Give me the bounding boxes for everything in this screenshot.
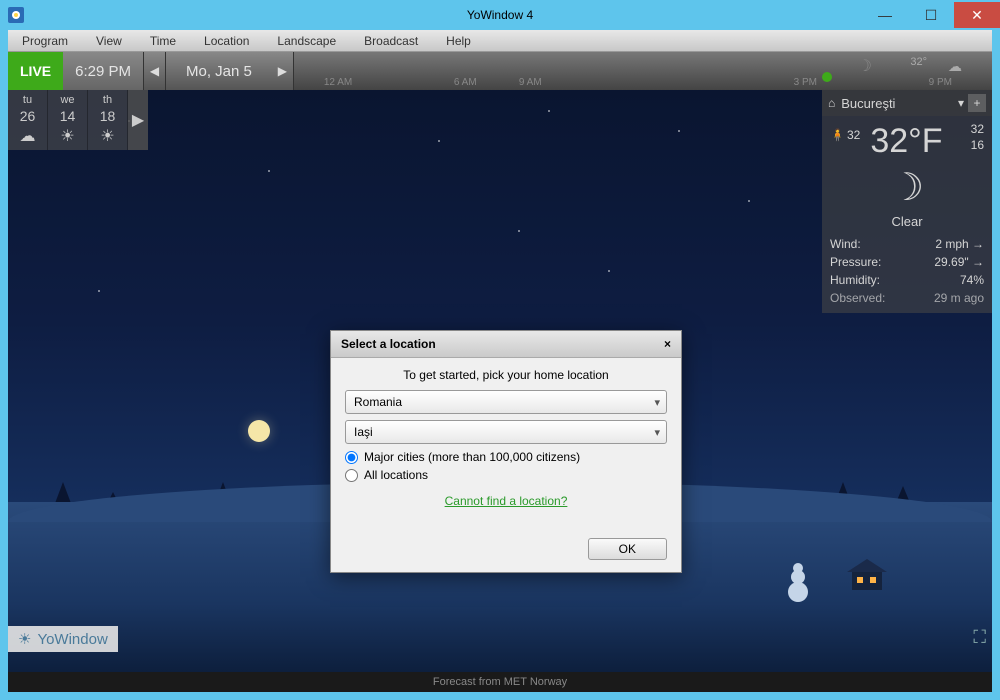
forecast-day-2[interactable]: th 18 ☀ bbox=[88, 90, 128, 150]
cloud-icon: ☁ bbox=[948, 58, 962, 88]
forecast-more-button[interactable]: ▶ bbox=[128, 90, 148, 150]
ok-button[interactable]: OK bbox=[588, 538, 667, 560]
home-icon: ⌂ bbox=[828, 96, 835, 110]
footer-bar: Forecast from MET Norway bbox=[8, 672, 992, 692]
day-temp: 14 bbox=[52, 108, 83, 124]
menu-time[interactable]: Time bbox=[136, 34, 190, 48]
location-name[interactable]: Bucureşti bbox=[841, 96, 958, 111]
person-icon: 🧍 bbox=[830, 128, 845, 142]
live-badge[interactable]: LIVE bbox=[8, 52, 63, 90]
prev-day-button[interactable]: ◀ bbox=[144, 52, 166, 90]
dialog-prompt: To get started, pick your home location bbox=[345, 368, 667, 382]
city-select[interactable]: Iaşi bbox=[345, 420, 667, 444]
close-button[interactable]: ✕ bbox=[954, 2, 1000, 28]
radio-major-input[interactable] bbox=[345, 451, 358, 464]
tick-6am: 6 AM bbox=[454, 77, 477, 88]
radio-all-input[interactable] bbox=[345, 469, 358, 482]
titlebar: YoWindow 4 — ☐ ✕ bbox=[0, 0, 1000, 30]
menu-broadcast[interactable]: Broadcast bbox=[350, 34, 432, 48]
next-day-button[interactable]: ▶ bbox=[272, 52, 294, 90]
forecast-strip: tu 26 ☁ we 14 ☀ th 18 ☀ ▶ bbox=[8, 90, 148, 150]
landscape-scene: tu 26 ☁ we 14 ☀ th 18 ☀ ▶ ⌂ bbox=[8, 90, 992, 672]
wind-label: Wind: bbox=[830, 235, 861, 253]
minimize-button[interactable]: — bbox=[862, 2, 908, 28]
snowman bbox=[784, 562, 812, 607]
menu-help[interactable]: Help bbox=[432, 34, 485, 48]
logo-icon: ☀ bbox=[18, 630, 31, 648]
menu-view[interactable]: View bbox=[82, 34, 136, 48]
sun-icon: ☀ bbox=[92, 126, 123, 146]
menu-landscape[interactable]: Landscape bbox=[263, 34, 350, 48]
country-select[interactable]: Romania bbox=[345, 390, 667, 414]
temperature: 32°F bbox=[870, 122, 942, 161]
tick-9am: 9 AM bbox=[519, 77, 542, 88]
day-label: we bbox=[52, 94, 83, 106]
content-frame: Program View Time Location Landscape Bro… bbox=[8, 30, 992, 692]
add-location-button[interactable]: + bbox=[968, 94, 986, 112]
current-date: Mo, Jan 5 bbox=[166, 52, 272, 90]
window-title: YoWindow 4 bbox=[467, 8, 533, 22]
cloud-icon: ☁ bbox=[12, 126, 43, 146]
day-temp: 18 bbox=[92, 108, 123, 124]
forecast-day-0[interactable]: tu 26 ☁ bbox=[8, 90, 48, 150]
moon bbox=[248, 420, 270, 442]
day-temp: 26 bbox=[12, 108, 43, 124]
radio-all-locations[interactable]: All locations bbox=[345, 468, 667, 482]
footer-text: Forecast from MET Norway bbox=[433, 676, 567, 688]
radio-major-cities[interactable]: Major cities (more than 100,000 citizens… bbox=[345, 450, 667, 464]
observed-value: 29 m ago bbox=[934, 289, 984, 307]
day-label: tu bbox=[12, 94, 43, 106]
logo-text: YoWindow bbox=[37, 631, 107, 648]
dialog-title: Select a location bbox=[341, 337, 436, 351]
select-location-dialog: Select a location × To get started, pick… bbox=[330, 330, 682, 573]
topbar: LIVE 6:29 PM ◀ Mo, Jan 5 ▶ 12 AM 6 AM 9 … bbox=[8, 52, 992, 90]
day-label: th bbox=[92, 94, 123, 106]
observed-label: Observed: bbox=[830, 289, 885, 307]
cannot-find-link[interactable]: Cannot find a location? bbox=[345, 494, 667, 508]
temp-low: 16 bbox=[971, 138, 984, 154]
fullscreen-button[interactable]: ⛶ bbox=[973, 627, 986, 648]
pressure-value: 29.69" → bbox=[934, 253, 984, 271]
timeline[interactable]: 12 AM 6 AM 9 AM 3 PM 9 PM ☽ 32° ☁ bbox=[294, 52, 992, 90]
moon-icon: ☽ bbox=[858, 56, 872, 88]
app-icon bbox=[8, 7, 24, 23]
dialog-close-button[interactable]: × bbox=[664, 337, 671, 351]
forecast-day-1[interactable]: we 14 ☀ bbox=[48, 90, 88, 150]
tick-12am: 12 AM bbox=[324, 77, 352, 88]
logo-badge[interactable]: ☀ YoWindow bbox=[8, 626, 118, 652]
menubar: Program View Time Location Landscape Bro… bbox=[8, 30, 992, 52]
pressure-label: Pressure: bbox=[830, 253, 881, 271]
location-dropdown-icon[interactable]: ▾ bbox=[958, 96, 964, 110]
condition-icon: ☽ bbox=[830, 165, 984, 210]
house bbox=[842, 557, 892, 587]
current-time: 6:29 PM bbox=[63, 52, 144, 90]
menu-program[interactable]: Program bbox=[8, 34, 82, 48]
temp-high: 32 bbox=[971, 122, 984, 138]
feels-like: 🧍32 bbox=[830, 128, 860, 142]
condition-text: Clear bbox=[830, 214, 984, 229]
timeline-temp: 32° bbox=[910, 56, 927, 88]
maximize-button[interactable]: ☐ bbox=[908, 2, 954, 28]
wind-value: 2 mph → bbox=[935, 235, 984, 253]
sun-icon: ☀ bbox=[52, 126, 83, 146]
menu-location[interactable]: Location bbox=[190, 34, 263, 48]
tick-3pm: 3 PM bbox=[794, 77, 817, 88]
now-marker[interactable] bbox=[822, 72, 832, 82]
humidity-label: Humidity: bbox=[830, 271, 880, 289]
weather-panel: ⌂ Bucureşti ▾ + 🧍32 32°F 32 16 ☽ bbox=[822, 90, 992, 313]
app-window: YoWindow 4 — ☐ ✕ Program View Time Locat… bbox=[0, 0, 1000, 700]
humidity-value: 74% bbox=[960, 271, 984, 289]
